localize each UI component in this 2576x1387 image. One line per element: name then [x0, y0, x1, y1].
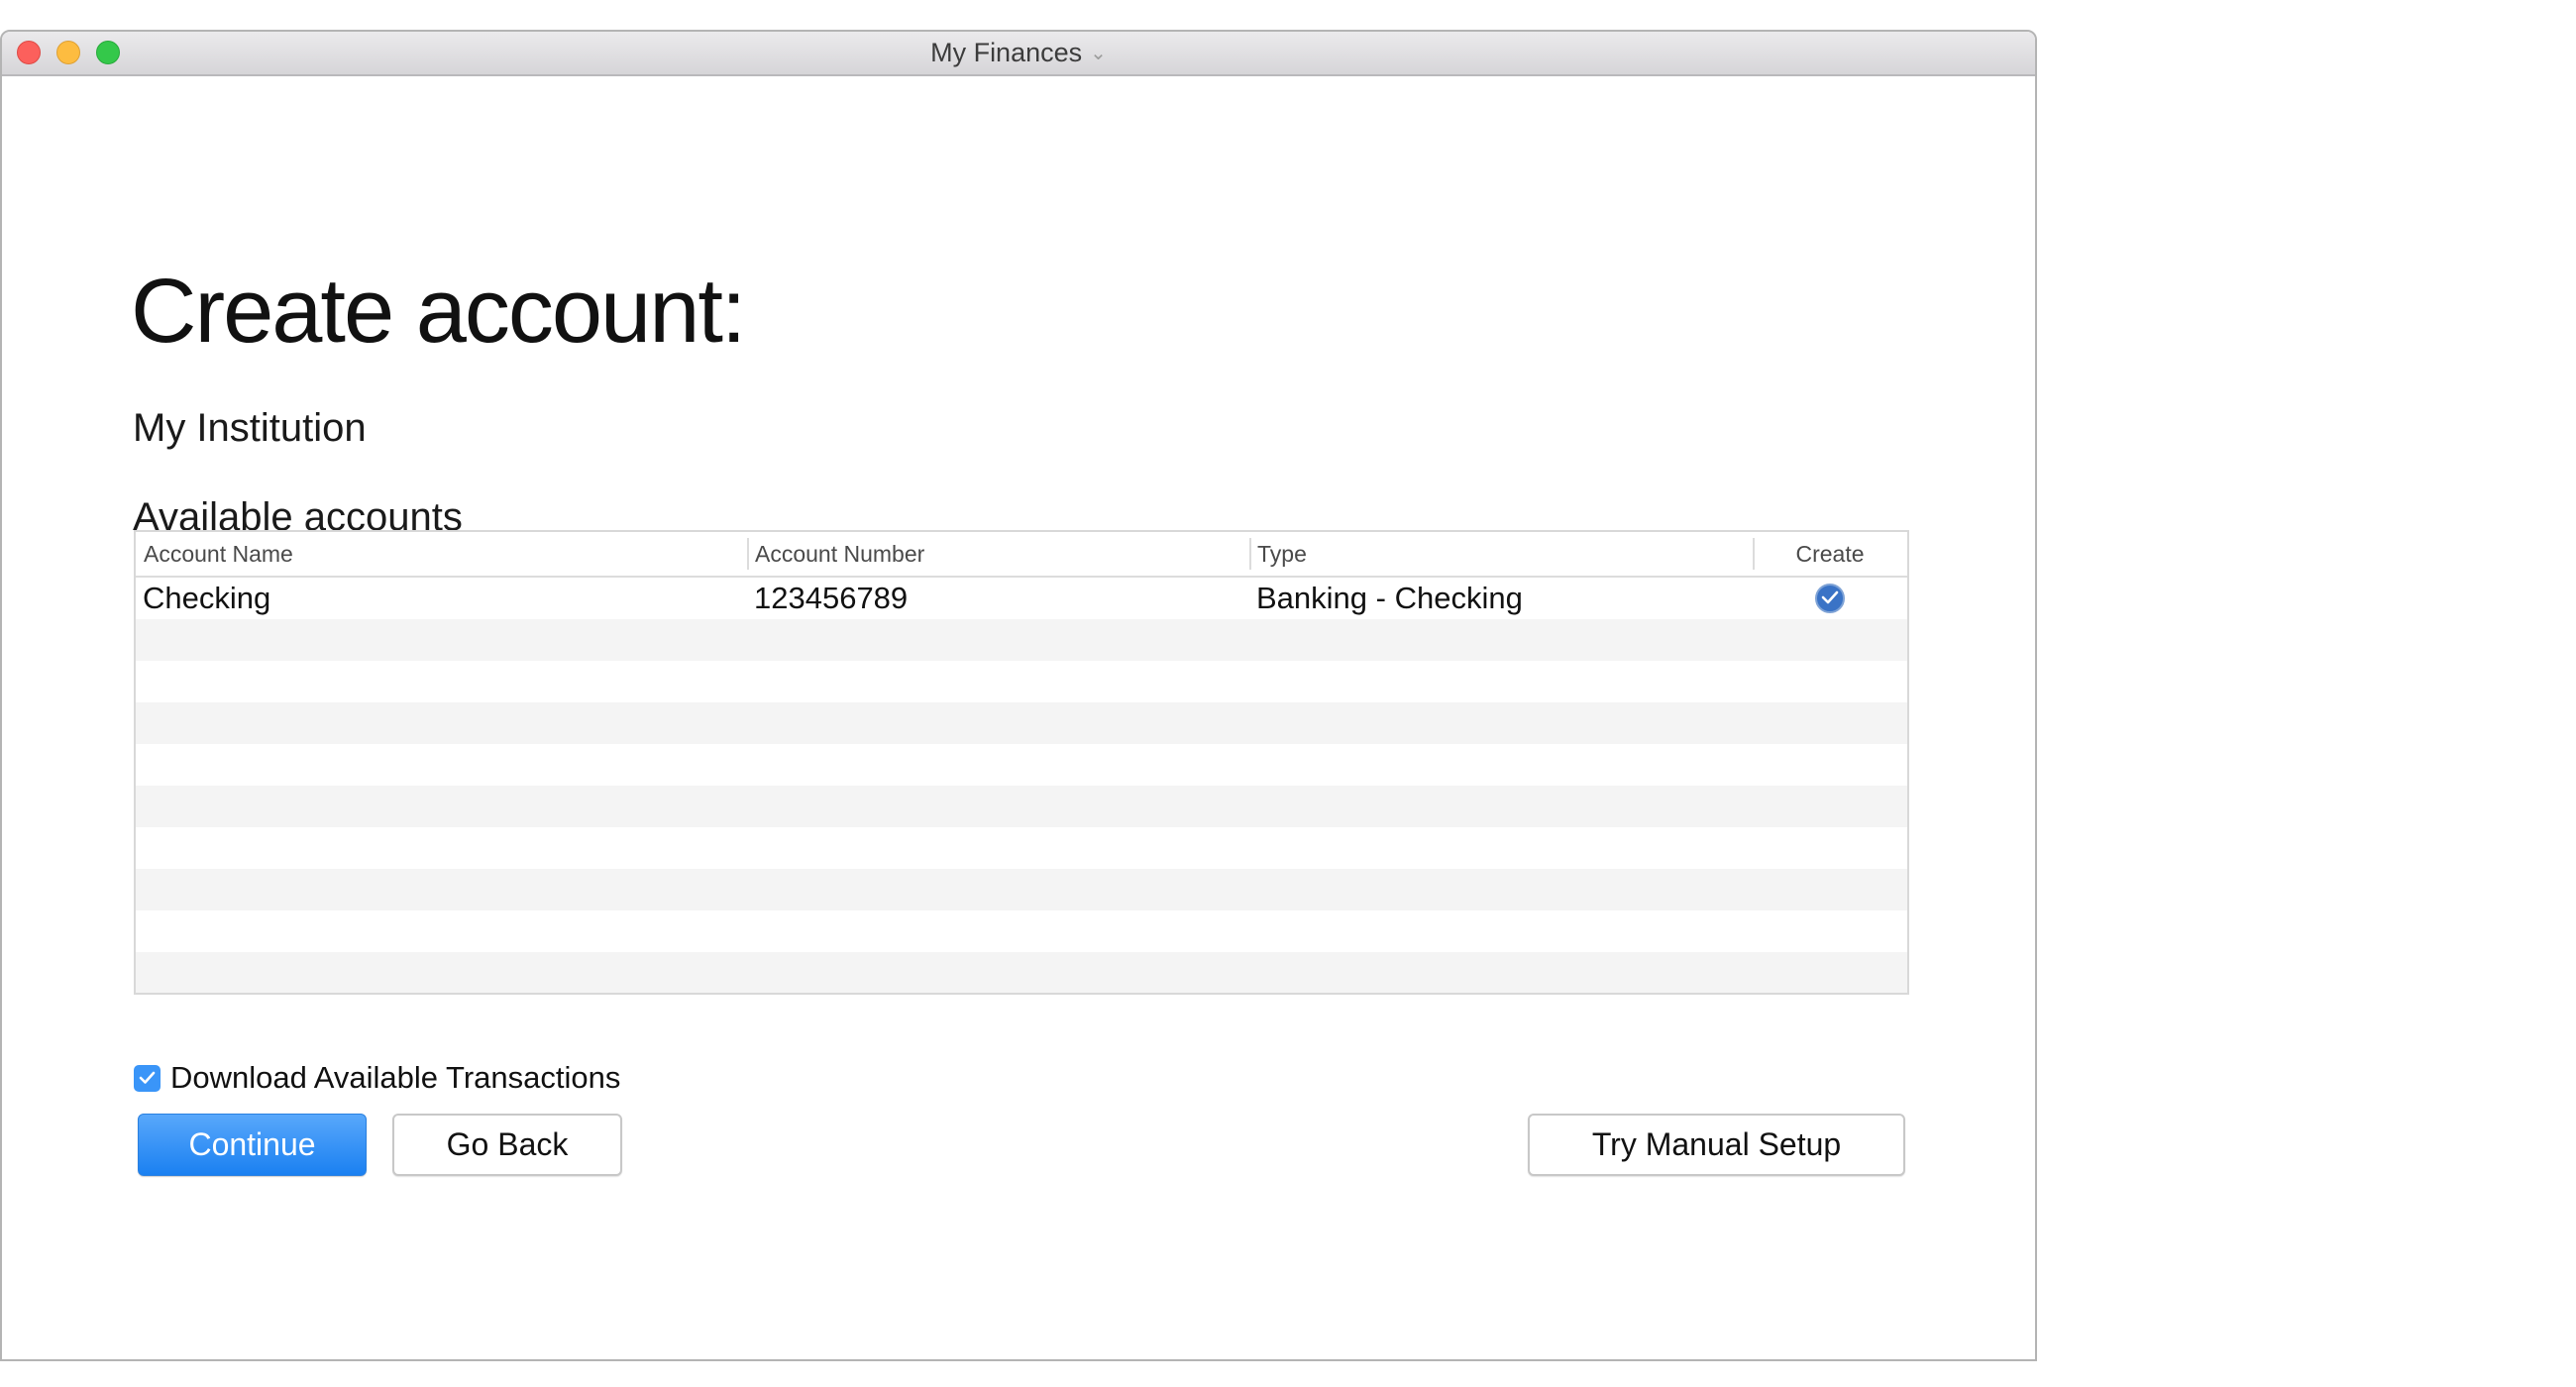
accounts-table: Account Name Account Number Type Create … — [134, 530, 1909, 995]
app-window: My Finances ⌄ Create account: My Institut… — [0, 30, 2037, 1361]
checkmark-icon — [139, 1071, 156, 1084]
institution-name: My Institution — [133, 406, 367, 450]
cell-account-name: Checking — [143, 581, 271, 615]
column-header-create[interactable]: Create — [1753, 532, 1907, 576]
table-body: Checking 123456789 Banking - Checking — [136, 578, 1907, 993]
table-row-empty[interactable] — [136, 619, 1907, 661]
table-row[interactable]: Checking 123456789 Banking - Checking — [136, 578, 1907, 619]
page-title: Create account: — [131, 261, 746, 362]
checkmark-icon — [1821, 590, 1839, 604]
download-transactions-label: Download Available Transactions — [170, 1060, 621, 1095]
table-row-empty[interactable] — [136, 744, 1907, 786]
table-row-empty[interactable] — [136, 869, 1907, 910]
continue-button[interactable]: Continue — [138, 1114, 367, 1176]
download-transactions-option[interactable]: Download Available Transactions — [134, 1060, 621, 1095]
go-back-button[interactable]: Go Back — [392, 1114, 622, 1176]
table-row-empty[interactable] — [136, 952, 1907, 993]
table-header: Account Name Account Number Type Create — [136, 532, 1907, 578]
table-row-empty[interactable] — [136, 786, 1907, 827]
column-header-account-name[interactable]: Account Name — [136, 532, 747, 576]
download-transactions-checkbox[interactable] — [134, 1064, 161, 1092]
chevron-down-icon: ⌄ — [1090, 43, 1107, 64]
table-row-empty[interactable] — [136, 910, 1907, 952]
create-checkmark-toggle[interactable] — [1815, 583, 1845, 613]
column-header-account-number[interactable]: Account Number — [747, 532, 1249, 576]
table-row-empty[interactable] — [136, 702, 1907, 744]
title-bar[interactable]: My Finances ⌄ — [2, 32, 2035, 76]
window-title-text: My Finances — [930, 38, 1083, 67]
try-manual-setup-button[interactable]: Try Manual Setup — [1528, 1114, 1905, 1176]
table-row-empty[interactable] — [136, 661, 1907, 702]
cell-type: Banking - Checking — [1256, 581, 1523, 615]
column-header-type[interactable]: Type — [1249, 532, 1753, 576]
table-row-empty[interactable] — [136, 827, 1907, 869]
cell-create — [1753, 578, 1907, 619]
window-title[interactable]: My Finances ⌄ — [2, 32, 2035, 74]
cell-account-number: 123456789 — [754, 581, 909, 615]
